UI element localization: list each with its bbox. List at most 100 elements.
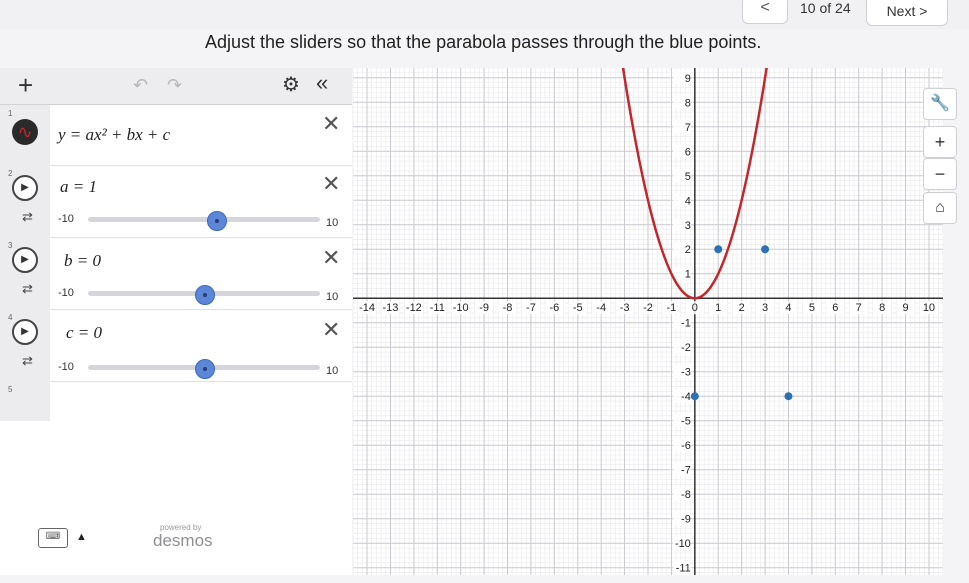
target-point: [761, 245, 770, 254]
add-expression-icon[interactable]: +: [18, 68, 33, 102]
x-tick-label: 4: [785, 302, 791, 314]
x-tick-label: -11: [430, 302, 445, 314]
x-tick-label: -5: [573, 302, 583, 314]
y-tick-label: -4: [681, 391, 691, 403]
y-tick-label: -1: [681, 318, 691, 330]
expression-row-equation[interactable]: 1 ∿ y = ax² + bx + c ✕: [0, 105, 352, 166]
wrench-icon[interactable]: 🔧: [923, 88, 957, 120]
slider-knob[interactable]: [206, 211, 227, 231]
y-tick-label: -6: [681, 440, 691, 452]
collapse-list-icon[interactable]: «: [316, 70, 328, 96]
x-tick-label: 5: [809, 302, 815, 314]
x-tick-label: -3: [620, 302, 630, 314]
x-tick-label: 1: [715, 302, 721, 314]
graph-svg[interactable]: -14 -13 -12 -11 -10 -9 -8 -7 -6 -5 -4 -3 -2 -1 0 1 2 3 4 5 6…: [353, 68, 943, 575]
expression-row-c[interactable]: 4 ▶ ⇄ c = 0 ✕ -10 10: [0, 309, 352, 382]
delete-icon[interactable]: ✕: [322, 111, 340, 137]
x-tick-label: 8: [879, 302, 885, 314]
row-index: 3: [8, 241, 13, 250]
x-tick-label: -1: [667, 302, 677, 314]
settings-gear-icon[interactable]: ⚙: [282, 72, 300, 97]
x-tick-label: -12: [406, 302, 422, 314]
x-tick-label: -7: [526, 302, 536, 314]
slider-knob[interactable]: [195, 359, 215, 379]
slider-min-label[interactable]: -10: [58, 213, 74, 225]
row-gutter: 5: [0, 381, 50, 421]
x-tick-label: 9: [902, 302, 908, 314]
keyboard-icon[interactable]: ⌨: [38, 528, 68, 548]
slider-a-text[interactable]: a = 1: [60, 177, 97, 197]
target-point: [690, 392, 699, 401]
previous-button[interactable]: <: [742, 0, 788, 24]
play-slider-icon[interactable]: ▶: [12, 175, 38, 201]
row-gutter: 3 ▶ ⇄: [0, 237, 50, 309]
row-index: 1: [8, 109, 13, 118]
slider-min-label[interactable]: -10: [58, 361, 74, 373]
screen: < 10 of 24 Next > Adjust the sliders so …: [0, 0, 969, 583]
equation-text[interactable]: y = ax² + bx + c: [58, 125, 170, 145]
row-gutter: 4 ▶ ⇄: [0, 309, 50, 381]
y-tick-label: -11: [676, 563, 691, 575]
y-tick-label: 7: [685, 122, 691, 134]
loop-icon[interactable]: ⇄: [22, 209, 33, 225]
y-tick-label: 9: [685, 73, 691, 85]
slider-knob[interactable]: [195, 285, 215, 305]
slider-c-text[interactable]: c = 0: [66, 323, 102, 343]
next-button[interactable]: Next >: [866, 0, 948, 26]
x-tick-label: -8: [503, 302, 513, 314]
row-index: 2: [8, 169, 13, 178]
row-gutter: 2 ▶ ⇄: [0, 165, 50, 237]
y-tick-label: -2: [681, 342, 691, 354]
y-tick-label: 6: [685, 146, 691, 158]
y-tick-label: 1: [685, 269, 691, 281]
expression-list: 1 ∿ y = ax² + bx + c ✕ 2 ▶ ⇄ a = 1 ✕ -10…: [0, 105, 352, 575]
desmos-logo[interactable]: desmos: [153, 531, 213, 551]
undo-icon[interactable]: ↶: [133, 75, 148, 96]
delete-icon[interactable]: ✕: [322, 317, 340, 343]
expression-row-b[interactable]: 3 ▶ ⇄ b = 0 ✕ -10 10: [0, 237, 352, 310]
y-tick-label: -9: [681, 514, 691, 526]
delete-icon[interactable]: ✕: [322, 245, 340, 271]
top-bar: < 10 of 24 Next >: [0, 0, 969, 30]
x-tick-label: 0: [692, 302, 698, 314]
loop-icon[interactable]: ⇄: [22, 281, 33, 297]
play-slider-icon[interactable]: ▶: [12, 319, 38, 345]
y-tick-label: -8: [681, 489, 691, 501]
x-tick-label: 7: [856, 302, 862, 314]
expression-row-a[interactable]: 2 ▶ ⇄ a = 1 ✕ -10 10: [0, 165, 352, 238]
slider-track[interactable]: [88, 217, 320, 222]
y-tick-label: -3: [681, 367, 691, 379]
home-icon[interactable]: ⌂: [923, 192, 957, 224]
progress-indicator: 10 of 24: [800, 0, 851, 16]
x-tick-label: -13: [383, 302, 399, 314]
graph-paper[interactable]: -14 -13 -12 -11 -10 -9 -8 -7 -6 -5 -4 -3 -2 -1 0 1 2 3 4 5 6…: [353, 68, 943, 575]
keyboard-caret-icon[interactable]: ▲: [76, 531, 87, 543]
expression-toolbar: + ↶ ↷ ⚙ «: [0, 68, 352, 105]
slider-b-text[interactable]: b = 0: [64, 251, 101, 271]
y-tick-label: -10: [675, 538, 691, 550]
x-tick-label: 3: [762, 302, 768, 314]
y-tick-label: -5: [681, 416, 691, 428]
redo-icon[interactable]: ↷: [167, 75, 182, 96]
target-point: [784, 392, 793, 401]
desmos-graph-icon[interactable]: ∿: [12, 119, 38, 145]
zoom-in-icon[interactable]: +: [923, 126, 957, 158]
zoom-out-icon[interactable]: −: [923, 158, 957, 190]
x-tick-label: -6: [549, 302, 559, 314]
y-tick-label: -7: [681, 465, 691, 477]
slider-max-label[interactable]: 10: [326, 217, 338, 229]
play-slider-icon[interactable]: ▶: [12, 247, 38, 273]
instruction-text: Adjust the sliders so that the parabola …: [205, 32, 762, 52]
slider-max-label[interactable]: 10: [326, 291, 338, 303]
target-point: [714, 245, 723, 254]
delete-icon[interactable]: ✕: [322, 171, 340, 197]
y-tick-label: 3: [685, 220, 691, 232]
slider-max-label[interactable]: 10: [326, 365, 338, 377]
slider-min-label[interactable]: -10: [58, 287, 74, 299]
row-gutter: 1 ∿: [0, 105, 50, 165]
y-tick-label: 2: [685, 244, 691, 256]
row-index: 4: [8, 313, 13, 322]
loop-icon[interactable]: ⇄: [22, 353, 33, 369]
row-index: 5: [8, 385, 13, 394]
y-tick-label: 4: [685, 195, 691, 207]
